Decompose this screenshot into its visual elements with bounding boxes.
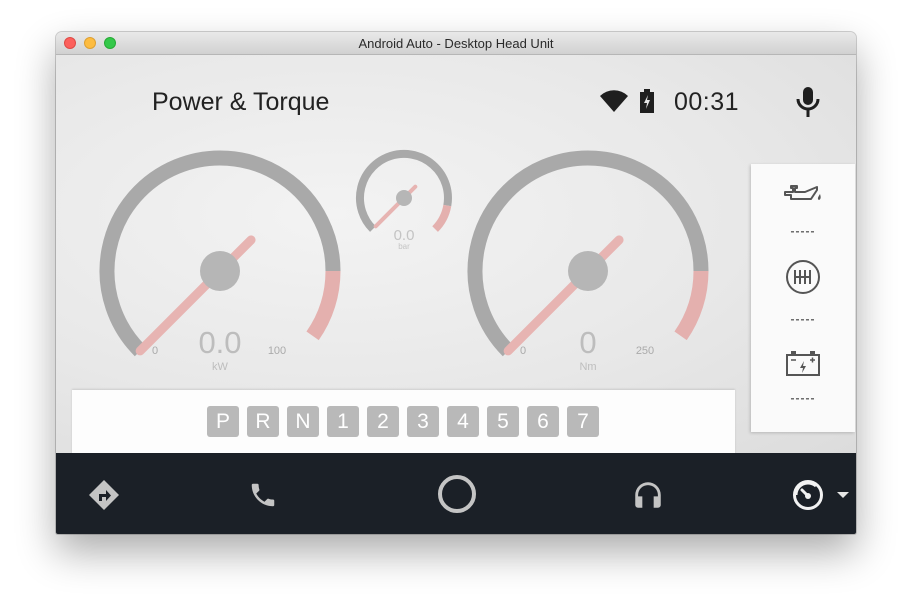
torque-value: 0 — [579, 325, 596, 360]
directions-icon[interactable] — [88, 479, 120, 511]
transmission-icon — [786, 260, 820, 294]
headphones-icon[interactable] — [631, 478, 665, 512]
power-min-label: 0 — [152, 345, 158, 357]
gear-row: PRN1234567 — [207, 406, 599, 437]
title-bar: Android Auto - Desktop Head Unit — [56, 32, 856, 55]
home-circle-icon[interactable] — [436, 473, 478, 515]
gear-7: 7 — [567, 406, 599, 437]
head-unit-screen: Power & Torque 00:31 0.0 kW 0 100 0.0 ba… — [56, 55, 856, 456]
torque-max-label: 250 — [636, 345, 654, 357]
app-window: Android Auto - Desktop Head Unit Power &… — [56, 32, 856, 534]
oil-value: ----- — [790, 224, 816, 238]
transmission-value: ----- — [790, 312, 816, 326]
gear-r: R — [247, 406, 279, 437]
dropdown-arrow-icon[interactable] — [836, 490, 850, 500]
power-gauge-hub — [200, 251, 240, 291]
power-value: 0.0 — [198, 325, 241, 360]
gear-3: 3 — [407, 406, 439, 437]
gear-2: 2 — [367, 406, 399, 437]
torque-gauge-redline — [674, 270, 709, 341]
navigation-bar — [56, 453, 856, 534]
torque-gauge-hub — [568, 251, 608, 291]
boost-gauge: 0.0 bar — [356, 149, 452, 251]
torque-gauge-needle — [503, 235, 624, 356]
gear-5: 5 — [487, 406, 519, 437]
boost-gauge-redline — [432, 204, 452, 232]
gear-6: 6 — [527, 406, 559, 437]
phone-icon[interactable] — [248, 480, 278, 510]
battery-value: ----- — [790, 391, 816, 405]
car-battery-icon — [786, 351, 820, 376]
gear-n: N — [287, 406, 319, 437]
torque-min-label: 0 — [520, 345, 526, 357]
window-title: Android Auto - Desktop Head Unit — [358, 36, 554, 51]
gear-indicator-panel: PRN1234567 — [72, 390, 735, 456]
power-unit: kW — [212, 361, 229, 373]
dashboard-gauge-icon[interactable] — [791, 478, 825, 512]
torque-unit: Nm — [579, 361, 596, 373]
boost-unit: bar — [398, 242, 410, 251]
gear-1: 1 — [327, 406, 359, 437]
power-max-label: 100 — [268, 345, 286, 357]
power-gauge-redline — [306, 270, 341, 341]
torque-gauge: 0 Nm 0 250 — [467, 150, 709, 373]
gear-4: 4 — [447, 406, 479, 437]
boost-gauge-hub — [396, 190, 412, 206]
gear-p: P — [207, 406, 239, 437]
power-gauge: 0.0 kW 0 100 — [99, 150, 341, 373]
oil-can-icon — [784, 185, 821, 200]
vehicle-status-panel: ----- ----- ----- — [751, 164, 855, 432]
